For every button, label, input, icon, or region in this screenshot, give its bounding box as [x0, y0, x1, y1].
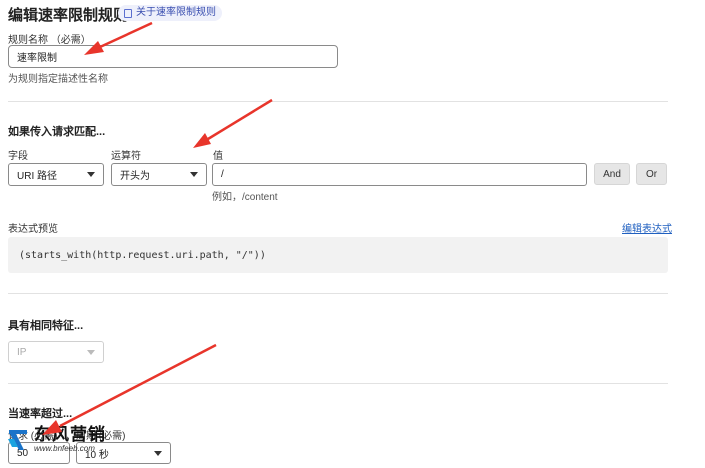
red-arrow-1 — [84, 21, 153, 55]
red-arrow-3 — [42, 343, 217, 435]
red-arrow-2 — [193, 98, 273, 148]
annotation-arrows — [42, 21, 273, 435]
